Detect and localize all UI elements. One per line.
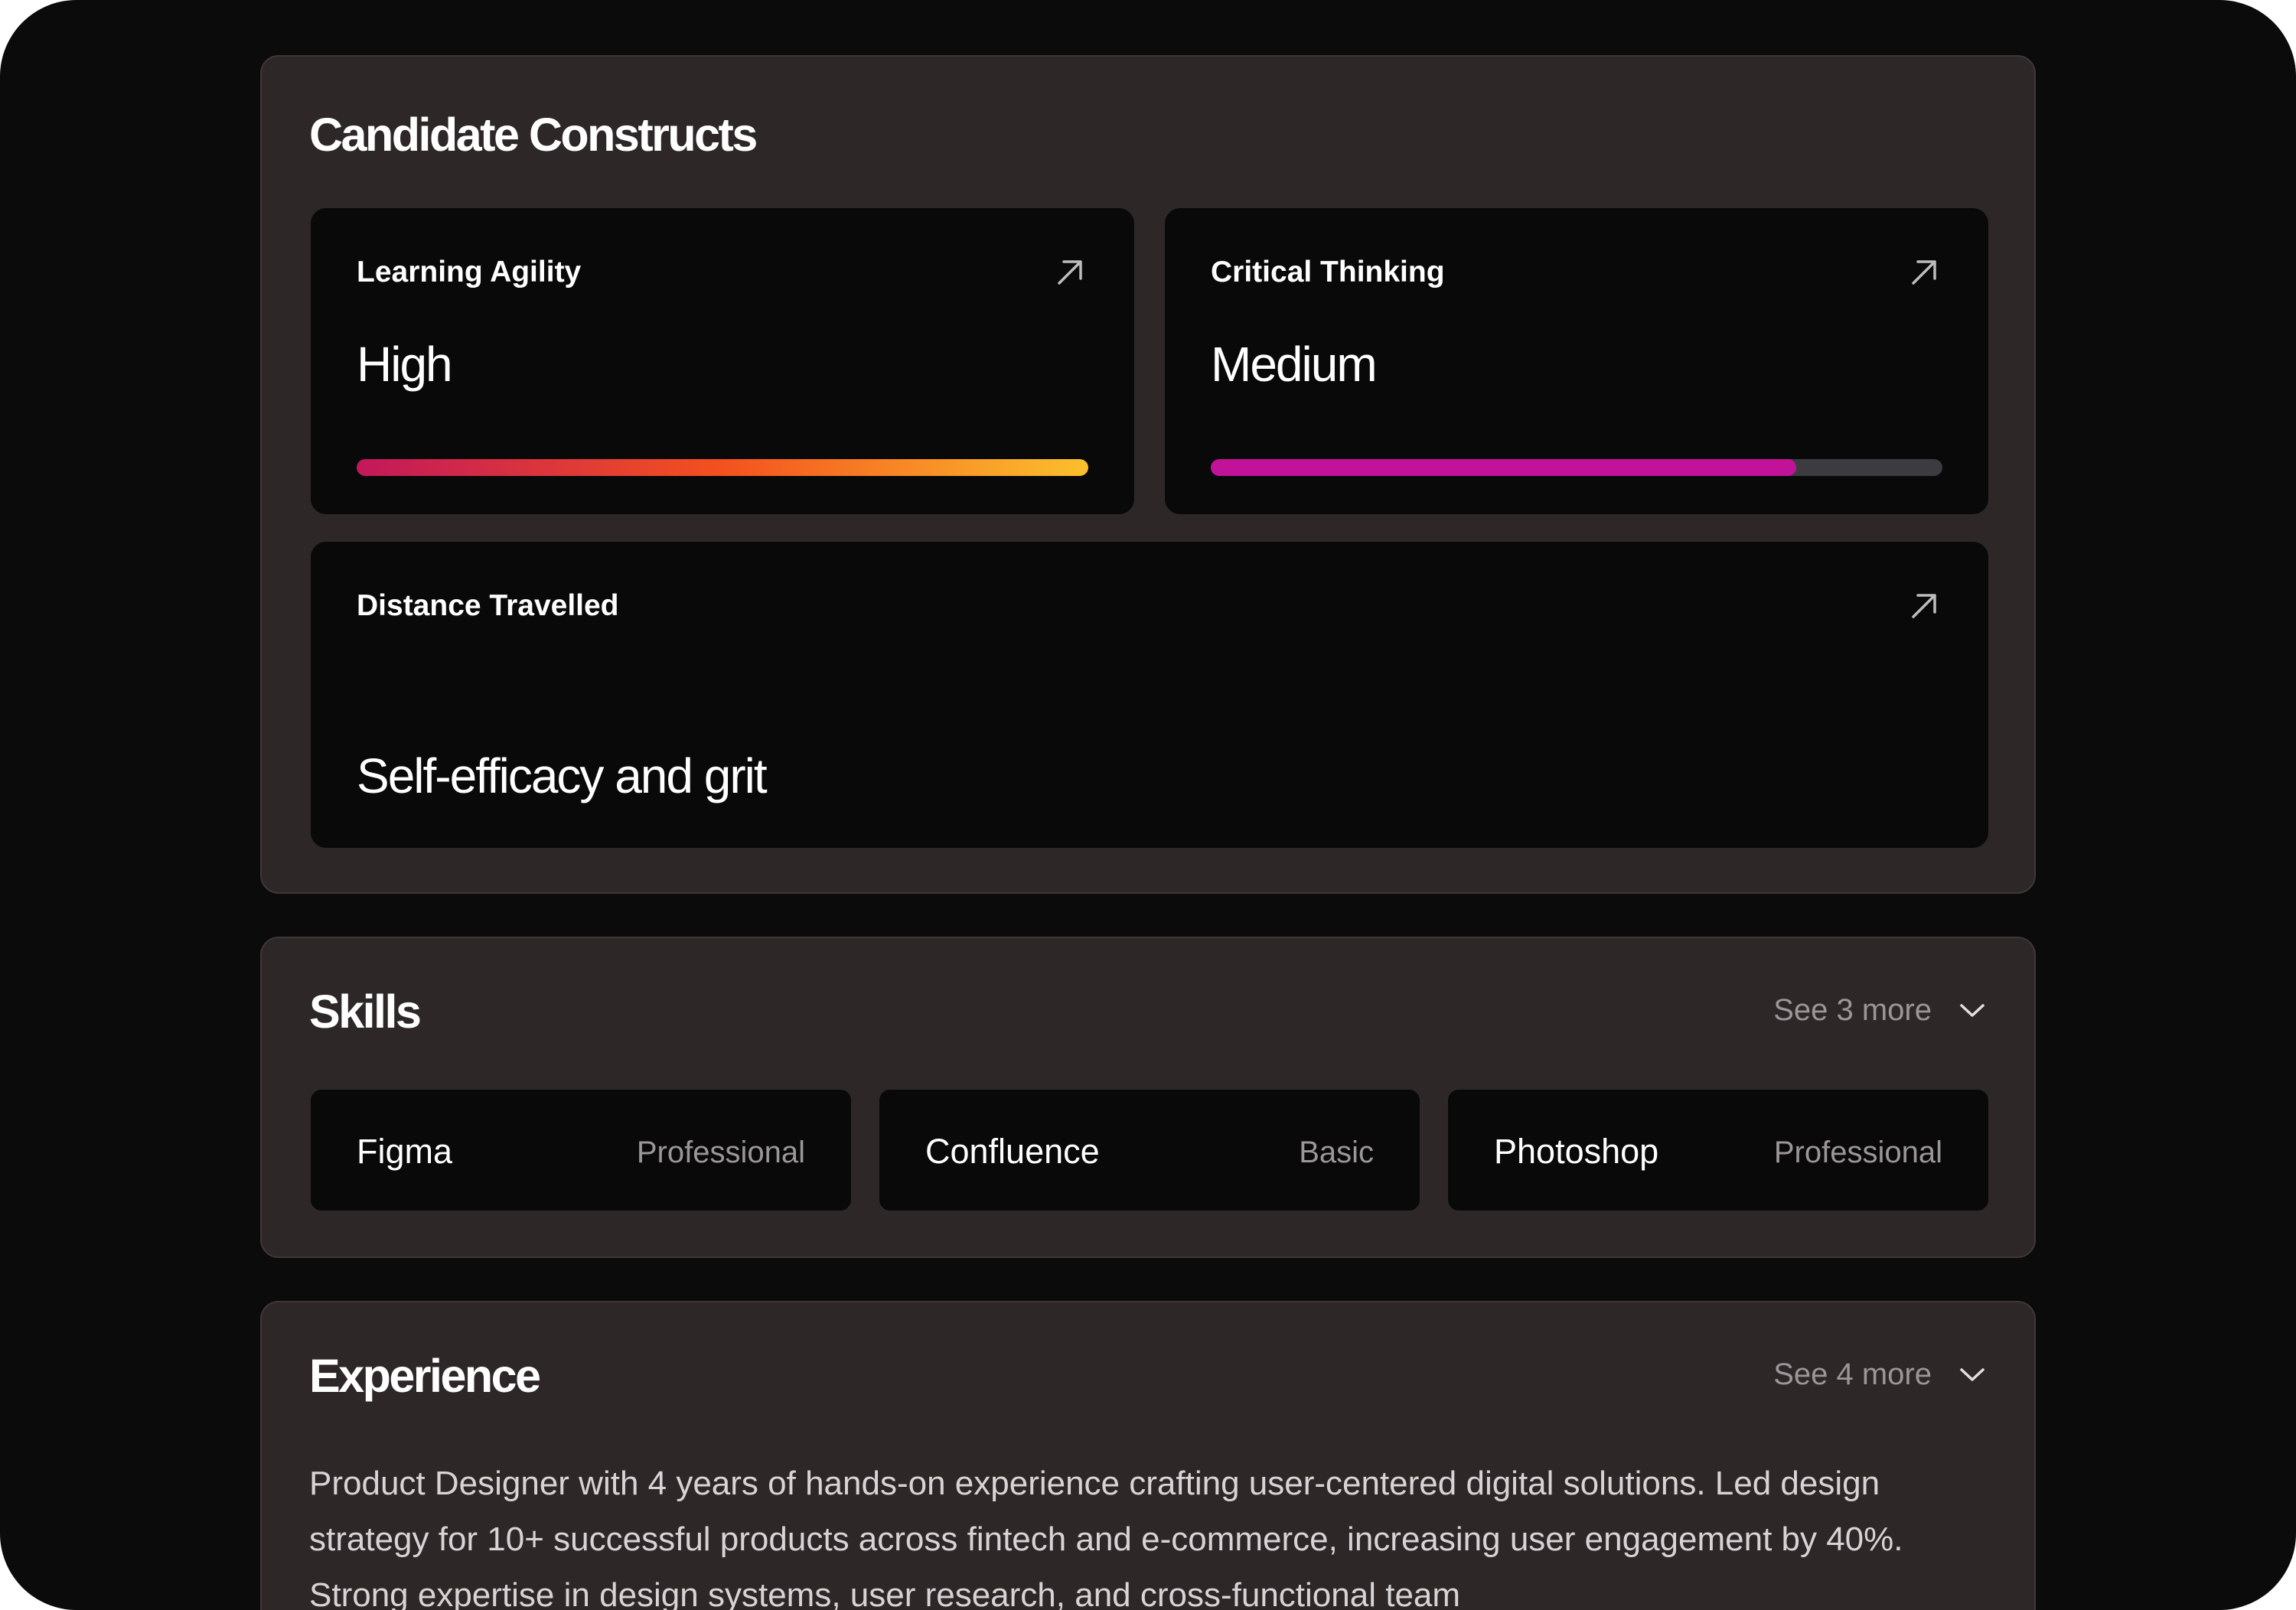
construct-label: Learning Agility	[357, 256, 582, 288]
skill-card[interactable]: Photoshop Professional	[1446, 1088, 1990, 1212]
construct-label: Distance Travelled	[357, 589, 619, 622]
construct-label: Critical Thinking	[1211, 256, 1445, 288]
skill-level: Basic	[1299, 1136, 1374, 1169]
experience-title: Experience	[309, 1350, 541, 1402]
construct-card-learning-agility[interactable]: Learning Agility High	[309, 207, 1136, 516]
arrow-up-right-icon[interactable]	[1053, 256, 1087, 289]
skill-card[interactable]: Figma Professional	[309, 1088, 853, 1212]
experience-panel: Experience See 4 more Product Designer w…	[260, 1301, 2036, 1610]
skill-name: Figma	[357, 1132, 453, 1171]
construct-card-critical-thinking[interactable]: Critical Thinking Medium	[1163, 207, 1990, 516]
chevron-down-icon	[1960, 1367, 1985, 1381]
skill-level: Professional	[636, 1136, 805, 1169]
level-bar-fill	[357, 459, 1088, 476]
level-bar-track	[357, 459, 1088, 476]
construct-card-distance-travelled[interactable]: Distance Travelled Self-efficacy and gri…	[309, 540, 1990, 849]
construct-value: Self-efficacy and grit	[357, 748, 768, 803]
candidate-constructs-title: Candidate Constructs	[309, 109, 758, 161]
see-more-experience-button[interactable]: See 4 more	[1773, 1357, 1987, 1392]
skill-level: Professional	[1773, 1136, 1942, 1169]
arrow-up-right-icon[interactable]	[1907, 589, 1941, 623]
skills-title: Skills	[309, 986, 422, 1038]
arrow-up-right-icon[interactable]	[1907, 256, 1941, 289]
level-bar-fill	[1211, 459, 1796, 476]
skill-name: Photoshop	[1494, 1132, 1659, 1171]
skill-name: Confluence	[925, 1132, 1100, 1171]
experience-summary: Product Designer with 4 years of hands-o…	[309, 1465, 1903, 1610]
chevron-down-icon	[1960, 1003, 1985, 1017]
screen-frame: Candidate Constructs Learning Agility Hi…	[0, 0, 2296, 1610]
candidate-constructs-panel: Candidate Constructs Learning Agility Hi…	[260, 55, 2036, 894]
see-more-label: See 4 more	[1773, 1357, 1932, 1391]
see-more-label: See 3 more	[1773, 993, 1932, 1027]
level-bar-track	[1211, 459, 1942, 476]
skill-card[interactable]: Confluence Basic	[878, 1088, 1421, 1212]
construct-value: High	[357, 337, 453, 392]
skills-panel: Skills See 3 more Figma Professional Con…	[260, 937, 2036, 1258]
construct-value: Medium	[1211, 337, 1378, 392]
see-more-skills-button[interactable]: See 3 more	[1773, 993, 1987, 1028]
